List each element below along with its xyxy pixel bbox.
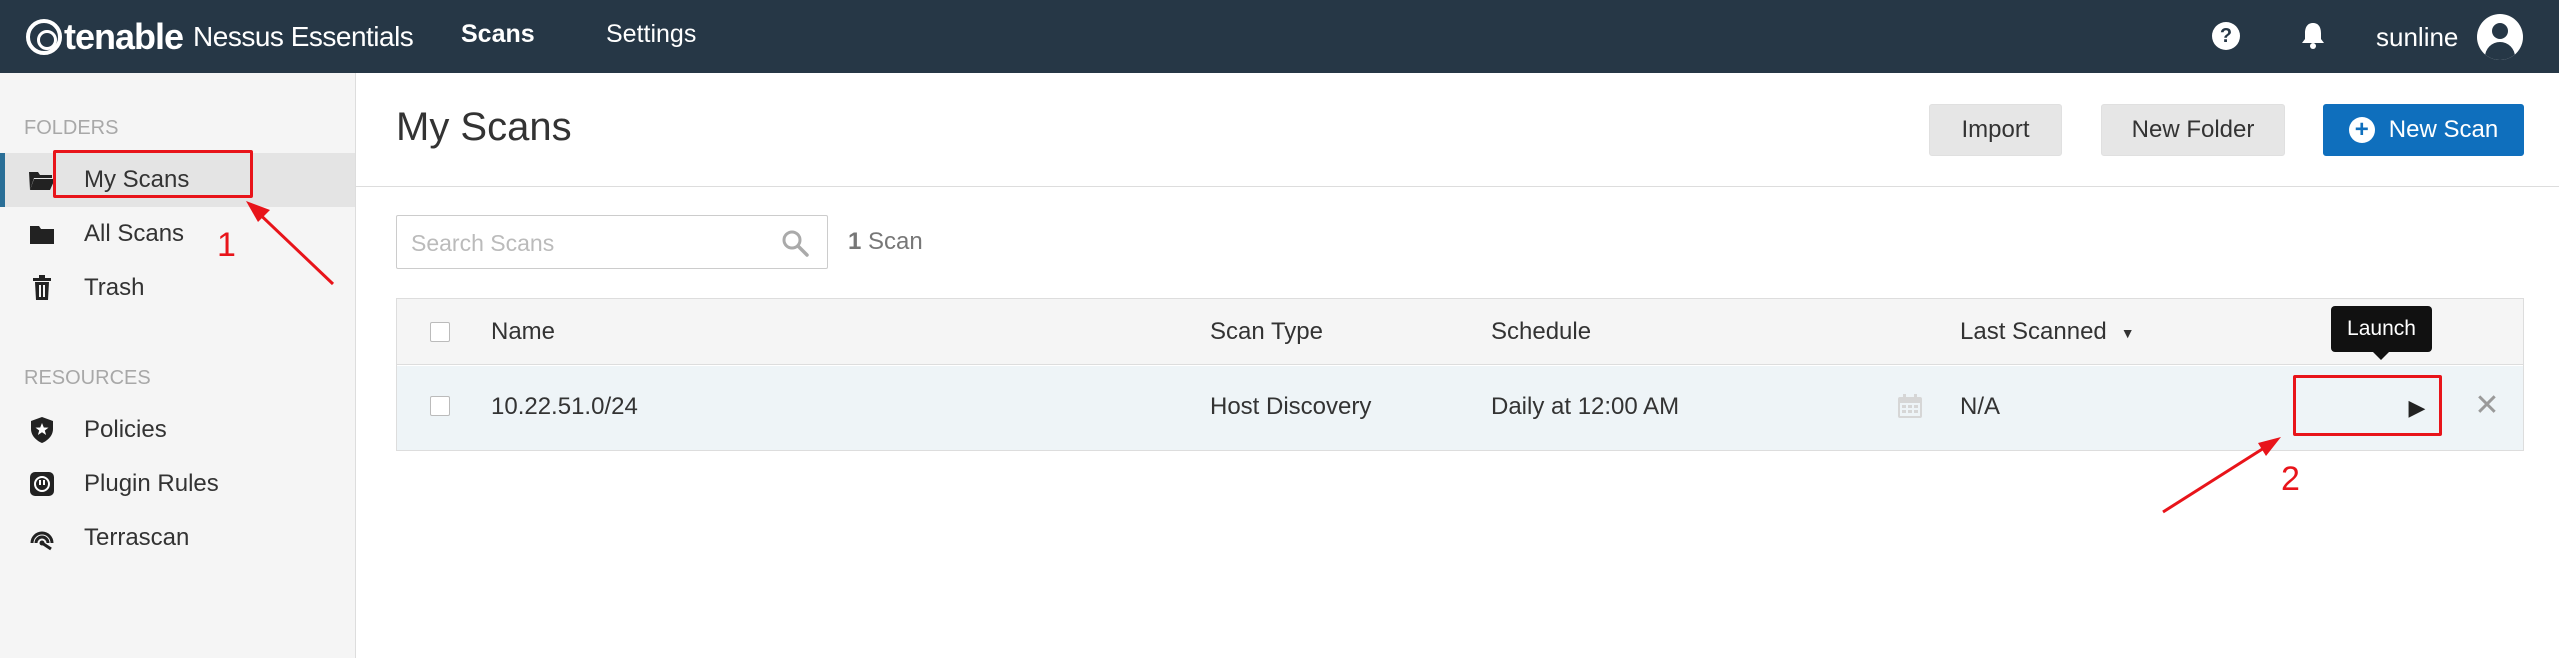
logo-brand-text: tenable bbox=[64, 16, 184, 57]
annotation-number-1: 1 bbox=[217, 226, 236, 264]
sidebar-item-label: Policies bbox=[84, 416, 167, 443]
scan-count: 1 Scan bbox=[848, 228, 923, 256]
sidebar-item-policies[interactable]: Policies bbox=[0, 403, 355, 457]
scan-count-number: 1 bbox=[848, 228, 862, 255]
resources-section-label: RESOURCES bbox=[24, 367, 151, 389]
scan-last-scanned: N/A bbox=[1960, 393, 2001, 420]
plugin-rules-icon bbox=[28, 470, 56, 498]
sidebar-item-trash[interactable]: Trash bbox=[0, 261, 355, 315]
search-input[interactable] bbox=[411, 228, 771, 258]
header-divider bbox=[356, 186, 2559, 187]
launch-tooltip: Launch bbox=[2331, 306, 2432, 360]
sidebar-item-terrascan[interactable]: Terrascan bbox=[0, 511, 355, 565]
sidebar-item-label: Terrascan bbox=[84, 524, 190, 551]
sidebar-item-plugin-rules[interactable]: Plugin Rules bbox=[0, 457, 355, 511]
calendar-icon[interactable] bbox=[1897, 393, 1923, 419]
select-all-checkbox[interactable] bbox=[430, 322, 450, 342]
page-title: My Scans bbox=[396, 105, 572, 149]
sort-descending-icon: ▼ bbox=[2120, 324, 2135, 341]
username-label[interactable]: sunline bbox=[2376, 22, 2458, 53]
search-icon[interactable] bbox=[781, 229, 809, 257]
user-avatar-icon[interactable] bbox=[2477, 14, 2523, 60]
nav-tab-scans[interactable]: Scans bbox=[461, 20, 535, 49]
column-header-last-scanned-label: Last Scanned bbox=[1960, 318, 2107, 345]
column-header-name[interactable]: Name bbox=[491, 318, 555, 346]
search-box[interactable] bbox=[396, 215, 828, 269]
tenable-logo-icon bbox=[26, 19, 62, 55]
terrascan-icon bbox=[28, 524, 56, 552]
scans-table: Name Scan Type Schedule Last Scanned ▼ 10… bbox=[396, 298, 2524, 451]
scan-name[interactable]: 10.22.51.0/24 bbox=[491, 393, 638, 421]
annotation-number-2: 2 bbox=[2281, 460, 2300, 498]
column-header-schedule[interactable]: Schedule bbox=[1491, 318, 1591, 346]
row-checkbox[interactable] bbox=[430, 396, 450, 416]
column-header-last-scanned[interactable]: Last Scanned ▼ bbox=[1960, 318, 2135, 346]
sidebar-item-label: All Scans bbox=[84, 220, 185, 247]
help-icon[interactable]: ? bbox=[2212, 22, 2240, 50]
sidebar-item-label: Plugin Rules bbox=[84, 470, 219, 497]
column-header-scan-type[interactable]: Scan Type bbox=[1210, 318, 1323, 346]
new-scan-button[interactable]: + New Scan bbox=[2323, 104, 2524, 156]
sidebar-item-label: Trash bbox=[84, 274, 145, 301]
nav-tab-settings[interactable]: Settings bbox=[606, 20, 696, 49]
annotation-box-1 bbox=[53, 150, 253, 198]
remove-scan-icon[interactable]: ✕ bbox=[2473, 391, 2501, 421]
logo-product-text: Nessus Essentials bbox=[193, 21, 414, 52]
scan-type: Host Discovery bbox=[1210, 393, 1372, 420]
scan-count-label: Scan bbox=[868, 228, 923, 255]
bell-icon[interactable] bbox=[2299, 20, 2327, 50]
sidebar-item-all-scans[interactable]: All Scans bbox=[0, 207, 355, 261]
table-row[interactable]: 10.22.51.0/24 Host Discovery Daily at 12… bbox=[397, 366, 2523, 450]
trash-icon bbox=[28, 274, 56, 302]
plus-circle-icon: + bbox=[2348, 117, 2375, 143]
folder-open-icon bbox=[28, 166, 56, 194]
folder-icon bbox=[28, 220, 56, 248]
import-button[interactable]: Import bbox=[1929, 104, 2062, 156]
new-scan-label: New Scan bbox=[2388, 116, 2499, 143]
annotation-box-2 bbox=[2293, 375, 2442, 436]
folders-section-label: FOLDERS bbox=[24, 117, 119, 139]
table-header: Name Scan Type Schedule Last Scanned ▼ bbox=[397, 299, 2523, 365]
scan-schedule: Daily at 12:00 AM bbox=[1491, 393, 1680, 420]
policies-shield-icon bbox=[28, 416, 56, 444]
new-folder-button[interactable]: New Folder bbox=[2101, 104, 2285, 156]
top-navigation-bar: tenable Nessus Essentials Scans Settings… bbox=[0, 0, 2559, 73]
tenable-logo[interactable]: tenable Nessus Essentials bbox=[26, 14, 414, 60]
